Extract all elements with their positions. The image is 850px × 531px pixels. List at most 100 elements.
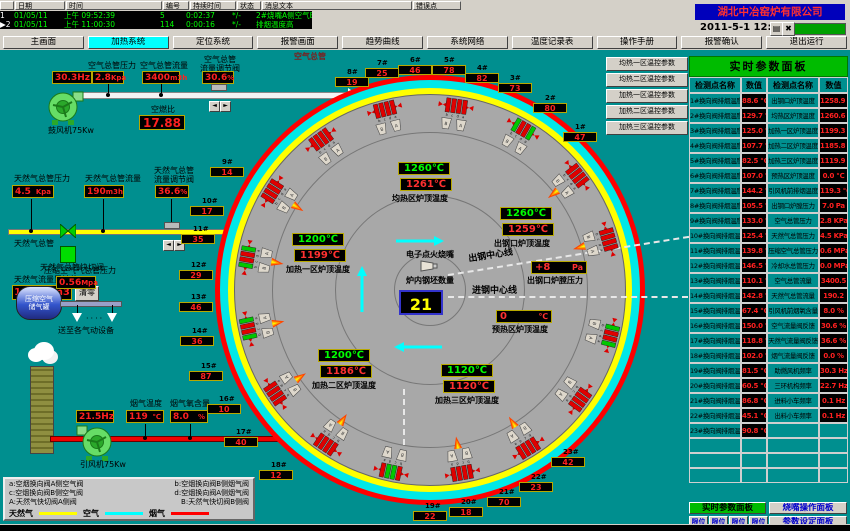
sensor-number-label: 12#	[191, 261, 207, 269]
sensor-value-box: 22	[413, 511, 447, 521]
air-main-label: 空气总管	[294, 52, 326, 61]
zone-param-button[interactable]: 均热二区温控参数	[606, 73, 688, 87]
param-name-cell: 冷却水总管压力	[767, 258, 819, 273]
sensor-value-box: 36	[180, 336, 214, 346]
menu-button-加热系统[interactable]: 加热系统	[88, 36, 169, 49]
zone-param-button[interactable]: 加热二区温控参数	[606, 105, 688, 119]
svg-text:b: b	[527, 433, 532, 438]
param-name-cell: 烟气流量阀反馈	[767, 348, 819, 363]
smoke-temp-value: 119	[129, 412, 148, 422]
sensor-number-label: 16#	[219, 395, 235, 403]
svg-text:c: c	[394, 461, 397, 465]
induced-fan-icon	[76, 420, 114, 462]
param-value-cell: 45.1 ℃	[741, 408, 767, 423]
zone-setpoint-display: 1260℃	[398, 162, 450, 175]
svg-text:a: a	[462, 115, 465, 119]
param-value-cell: 107.0 ℃	[741, 168, 767, 183]
gas-flow-value: 190	[87, 187, 106, 197]
sensor-number-label: 11#	[193, 225, 209, 233]
svg-text:a: a	[514, 442, 518, 447]
sensor-value-box: 73	[498, 83, 532, 93]
param-col-header: 数值	[819, 77, 848, 93]
param-name-cell: 23#换向阀排烟温度	[689, 423, 741, 438]
legend-line-swatch	[39, 512, 77, 515]
param-col-header: 检测点名称	[689, 77, 741, 93]
param-value-cell: 105.5 ℃	[741, 198, 767, 213]
zone-label: 均热区炉顶温度	[392, 194, 448, 203]
sensor-number-label: 15#	[201, 362, 217, 370]
param-name-cell: 6#换向阀排烟温度	[689, 168, 741, 183]
zone-param-button[interactable]: 加热三区温控参数	[606, 121, 688, 135]
menu-button-报警确认[interactable]: 报警确认	[681, 36, 762, 49]
compressed-air-tank: 压缩空气 储气罐	[16, 286, 62, 320]
sensor-value-box: 42	[551, 457, 585, 467]
param-value-cell: 146.5 ℃	[741, 258, 767, 273]
menu-button-温度记录表[interactable]: 温度记录表	[512, 36, 593, 49]
gas-valve-value: 36.6	[158, 187, 180, 197]
alarm-col-header: 错误点	[413, 1, 461, 10]
zone-setpoint-display: 1200℃	[292, 233, 344, 246]
param-name-cell: 3#换向阀排烟温度	[689, 123, 741, 138]
svg-text:d: d	[389, 459, 392, 463]
window-bottom-edge	[0, 524, 850, 531]
param-value-cell: 142.8 ℃	[741, 288, 767, 303]
param-name-cell: 10#换向阀排烟温度	[689, 228, 741, 243]
param-value-cell: 1119.9 ℃	[819, 153, 848, 168]
burner-station[interactable]: bcda B A	[433, 94, 474, 146]
svg-text:b: b	[445, 112, 449, 116]
smoke-o2-label: 烟气氧含量	[168, 399, 212, 408]
svg-text:d: d	[389, 116, 392, 120]
air-valve-open-button[interactable]: ◄	[209, 101, 220, 112]
param-name-cell: 三环机构频率	[767, 378, 819, 393]
param-value-cell	[819, 438, 848, 453]
menu-button-报警画面[interactable]: 报警画面	[257, 36, 338, 49]
gas-main-label: 天然气总管	[14, 239, 54, 248]
zone-actual-display: 1261℃	[400, 178, 452, 191]
param-value-cell: 36.6 %	[819, 333, 848, 348]
gas-valve-open-button[interactable]: ◄	[163, 240, 174, 251]
air-valve-close-button[interactable]: ►	[220, 101, 231, 112]
param-name-cell: 空气流量阀反馈	[767, 318, 819, 333]
alarm-row[interactable]: ▶201/05/11上午 11:00:301140:00:16*/-排烟温度高	[0, 20, 312, 29]
param-value-cell: 125.4 ℃	[741, 228, 767, 243]
zone-setpoint-display: 1260℃	[500, 207, 552, 220]
param-name-cell: 引风机前烟氧含量	[767, 303, 819, 318]
svg-text:a: a	[331, 140, 335, 145]
zone-param-button[interactable]: 加热一区温控参数	[606, 89, 688, 103]
alarm-col-header: 日期	[15, 1, 65, 10]
param-value-cell	[741, 468, 767, 483]
legend-line-swatch	[105, 512, 143, 515]
param-value-cell: 1258.9 ℃	[819, 93, 848, 108]
realtime-panel-button[interactable]: 实时参数面板	[689, 502, 766, 514]
svg-text:d: d	[568, 394, 573, 398]
alarm-row[interactable]: 101/05/11上午 09:52:3950:02:37*/-2#烧嘴A侧空气B…	[0, 11, 312, 20]
menu-button-趋势曲线[interactable]: 趋势曲线	[342, 36, 423, 49]
param-name-cell: 进料小车频率	[767, 393, 819, 408]
svg-text:b: b	[274, 201, 279, 206]
param-name-cell: 2#换向阀排烟温度	[689, 108, 741, 123]
sensor-number-label: 8#	[347, 68, 358, 76]
legend-row: A:天然气快切阀A侧阀B:天然气快切阀B侧阀	[9, 498, 249, 507]
zone-param-button[interactable]: 均热一区温控参数	[606, 57, 688, 71]
sensor-value-box: 78	[432, 65, 466, 75]
hmi-screen: 日期时间编号持续时间状态消息文本错误点 101/05/11上午 09:52:39…	[0, 0, 850, 531]
svg-text:d: d	[280, 192, 285, 196]
igniter-label: 电子点火烧嘴	[390, 250, 470, 259]
legend-row: a:空烟换向阀A侧空气阀b:空烟换向阀B侧烟气阀	[9, 480, 249, 489]
status-bar	[794, 23, 846, 35]
menu-button-退出运行[interactable]: 退出运行	[766, 36, 847, 49]
menu-button-操作手册[interactable]: 操作手册	[597, 36, 678, 49]
param-name-cell: 加热一区炉顶温度	[767, 123, 819, 138]
sensor-number-label: 13#	[191, 293, 207, 301]
menu-button-定位系统[interactable]: 定位系统	[173, 36, 254, 49]
zone-actual-display: 1259℃	[502, 223, 554, 236]
param-col-header: 数值	[741, 77, 767, 93]
menu-button-主画面[interactable]: 主画面	[3, 36, 84, 49]
svg-text:c: c	[451, 113, 454, 117]
igniter-burner-icon	[420, 260, 438, 272]
menu-button-系统网络[interactable]: 系统网络	[427, 36, 508, 49]
blower-label: 鼓风机75Kw	[48, 126, 94, 135]
burner-panel-button[interactable]: 烧嘴操作面板	[769, 502, 847, 514]
zone-setpoint-display: 1200℃	[318, 349, 370, 362]
zone-label: 加热三区炉顶温度	[435, 396, 499, 405]
